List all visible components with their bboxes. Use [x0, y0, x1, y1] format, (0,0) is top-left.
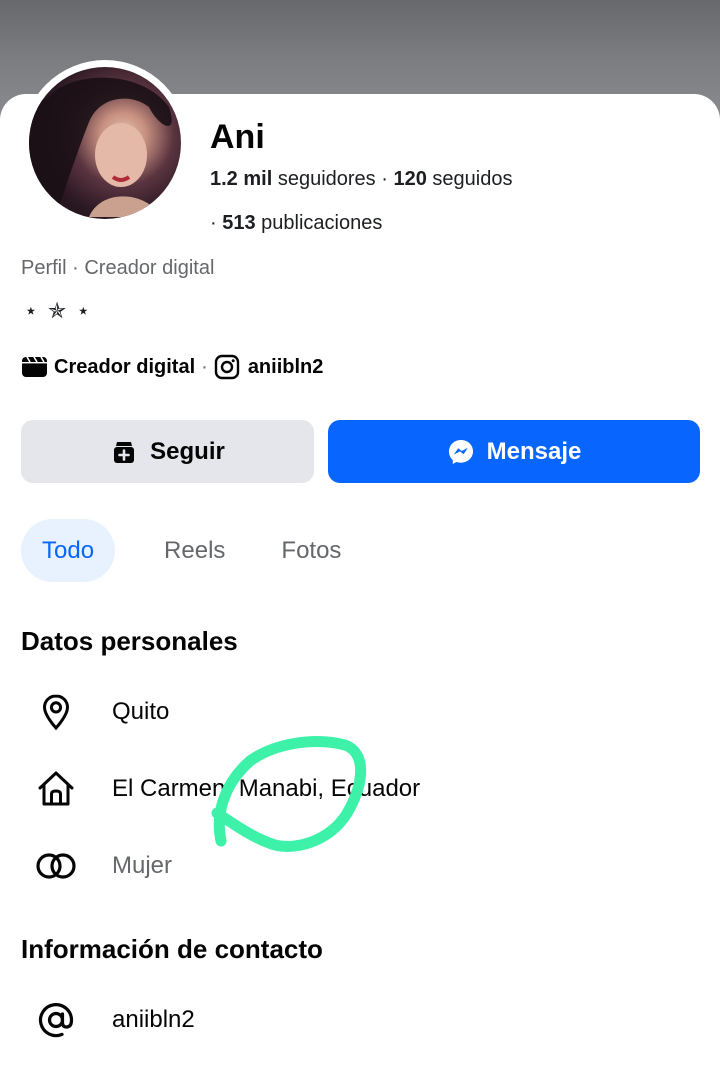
messenger-icon [447, 438, 475, 466]
profile-name: Ani [210, 118, 265, 156]
instagram-icon[interactable] [214, 354, 240, 380]
tab-fotos[interactable]: Fotos [260, 519, 362, 582]
current-city-text: Quito [112, 698, 170, 725]
detail-row-hometown: El Carmen, Manabi, Ecuador [34, 764, 420, 814]
home-icon [34, 767, 78, 811]
message-button-label: Mensaje [486, 437, 582, 465]
posts-stats: · 513 publicaciones [210, 212, 382, 235]
instagram-handle[interactable]: aniibln2 [248, 356, 324, 379]
following-label[interactable]: seguidos [432, 168, 512, 190]
profile-links: Creador digital · aniibln2 [21, 354, 323, 380]
location-pin-icon [34, 690, 78, 734]
tab-todo[interactable]: Todo [21, 519, 116, 582]
hometown-text: El Carmen, Manabi, Ecuador [112, 775, 421, 802]
detail-row-current-city: Quito [34, 687, 169, 737]
contact-row-instagram[interactable]: aniibln2 [34, 995, 195, 1045]
personal-details-title: Datos personales [21, 626, 238, 656]
gender-text: Mujer [112, 852, 173, 879]
contact-info-title: Información de contacto [21, 934, 323, 964]
follow-stats: 1.2 mil seguidores · 120 seguidos [210, 168, 512, 191]
posts-count: 513 [222, 212, 256, 234]
follow-button-label: Seguir [150, 437, 225, 465]
tab-reels[interactable]: Reels [143, 519, 246, 582]
message-button[interactable]: Mensaje [328, 420, 700, 483]
detail-row-gender: Mujer [34, 841, 172, 891]
followers-label[interactable]: seguidores [278, 168, 376, 190]
clapperboard-icon [21, 356, 48, 378]
relationship-rings-icon [34, 844, 78, 888]
posts-label: publicaciones [261, 212, 383, 234]
profile-category: Perfil · Creador digital [21, 257, 215, 279]
links-separator: · [201, 355, 208, 378]
stats-separator: · [210, 212, 223, 234]
stats-separator: · [381, 168, 394, 190]
followers-count[interactable]: 1.2 mil [210, 168, 272, 190]
follow-button[interactable]: Seguir [21, 420, 314, 483]
following-count[interactable]: 120 [393, 168, 426, 190]
avatar[interactable] [29, 67, 181, 219]
profile-bio: ⋆ ✯ ⋆ [24, 298, 93, 323]
at-sign-icon [34, 998, 78, 1042]
add-friend-icon [110, 438, 138, 466]
avatar-photo [29, 77, 172, 219]
profile-tabs: Todo Reels Fotos [21, 519, 362, 582]
contact-instagram-text[interactable]: aniibln2 [112, 1006, 195, 1034]
creator-label: Creador digital [54, 355, 196, 378]
